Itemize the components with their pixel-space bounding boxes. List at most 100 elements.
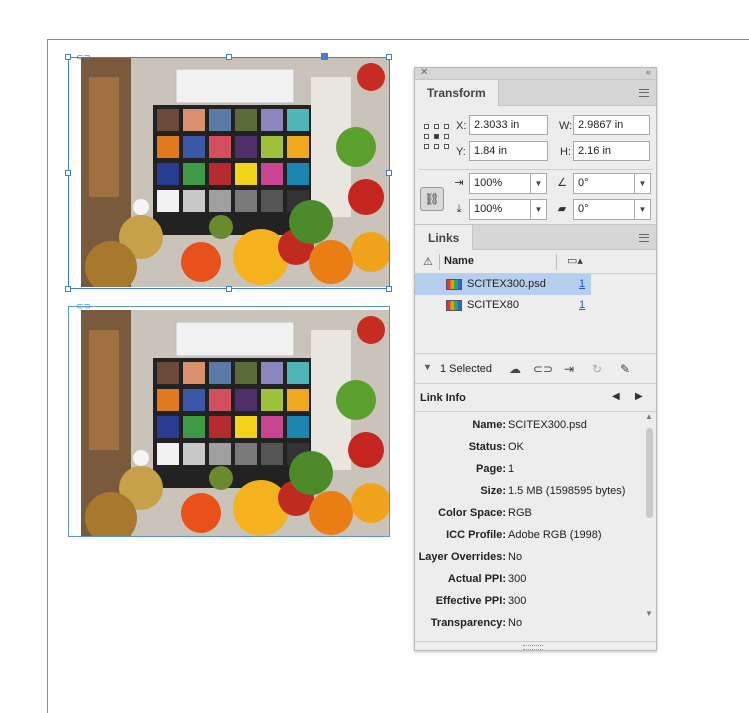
- height-field[interactable]: 2.16 in: [573, 141, 650, 161]
- resize-handle-bl[interactable]: [65, 286, 71, 292]
- rotate-icon: ∠: [557, 177, 567, 189]
- reference-point-icon[interactable]: [424, 124, 450, 150]
- transform-links-panel: ✕ ‹‹ Transform X: 2.3033 in W: 2.9867 in…: [414, 67, 657, 651]
- info-key: Status:: [468, 441, 506, 453]
- link-info-title: Link Info: [420, 392, 466, 404]
- resize-handle-mr[interactable]: [386, 170, 392, 176]
- info-scrollbar[interactable]: ▲ ▼: [645, 412, 654, 618]
- info-row-actual-ppi: Actual PPI: 300: [415, 570, 643, 590]
- info-value: No: [508, 551, 523, 563]
- resize-handle-br[interactable]: [386, 286, 392, 292]
- content-grabber-handle[interactable]: [321, 53, 328, 60]
- collapse-icon[interactable]: ‹‹: [646, 67, 651, 77]
- w-label: W:: [559, 120, 573, 132]
- link-info-body: Name: SCITEX300.psd Status: OK Page: 1 Size…: [415, 412, 656, 632]
- info-value: No: [508, 617, 523, 629]
- info-row-size: Size: 1.5 MB (1598595 bytes): [415, 482, 643, 502]
- chevron-down-icon[interactable]: ▼: [634, 200, 650, 219]
- link-thumbnail-icon: [446, 279, 462, 290]
- info-row-icc-profile: ICC Profile: Adobe RGB (1998): [415, 526, 643, 546]
- link-row[interactable]: SCITEX80 1: [415, 295, 656, 316]
- shear-combo[interactable]: 0° ▼: [573, 199, 651, 220]
- info-key: ICC Profile:: [446, 529, 506, 541]
- chevron-down-icon[interactable]: ▼: [645, 609, 653, 618]
- column-divider: [556, 254, 557, 270]
- link-row[interactable]: SCITEX300.psd 1: [415, 274, 591, 295]
- y-label: Y:: [456, 146, 466, 158]
- divider: [419, 169, 652, 170]
- cc-libraries-icon[interactable]: ☁: [507, 361, 523, 377]
- scale-y-combo[interactable]: 100% ▼: [469, 199, 547, 220]
- resize-handle-tl[interactable]: [65, 54, 71, 60]
- info-key: Page:: [476, 463, 506, 475]
- next-link-icon[interactable]: ▶: [635, 391, 643, 402]
- info-key: Layer Overrides:: [418, 551, 506, 563]
- panel-resize-grip[interactable]: [415, 641, 656, 650]
- link-thumbnail-icon: [446, 300, 462, 311]
- update-link-icon[interactable]: ↻: [589, 361, 605, 377]
- resize-handle-tc[interactable]: [226, 54, 232, 60]
- scroll-thumb[interactable]: [646, 428, 653, 518]
- panel-menu-icon[interactable]: [639, 234, 649, 242]
- info-row-status: Status: OK: [415, 438, 643, 458]
- resize-handle-bc[interactable]: [226, 286, 232, 292]
- panel-title-bar[interactable]: ✕ ‹‹: [415, 67, 656, 80]
- shear-icon: ▰: [557, 203, 567, 215]
- column-divider: [439, 254, 440, 270]
- link-badge-icon: ⊂⊃: [76, 301, 92, 311]
- link-page-number[interactable]: 1: [579, 295, 585, 316]
- page-column-icon[interactable]: ▭▴: [567, 254, 583, 267]
- link-page-number[interactable]: 1: [579, 274, 585, 295]
- selection-frame-1[interactable]: [68, 57, 390, 289]
- chevron-down-icon[interactable]: ▼: [530, 200, 546, 219]
- edit-original-icon[interactable]: ✎: [617, 361, 633, 377]
- scale-x-combo[interactable]: 100% ▼: [469, 173, 547, 194]
- relink-icon[interactable]: ⊂⊃: [533, 361, 553, 377]
- info-value: 300: [508, 595, 527, 607]
- chevron-down-icon[interactable]: ▼: [423, 362, 432, 372]
- link-name: SCITEX80: [467, 299, 519, 311]
- scale-x-value: 100%: [474, 177, 503, 189]
- chevron-up-icon[interactable]: ▲: [645, 412, 653, 421]
- selected-count: 1 Selected: [440, 363, 492, 375]
- link-badge-icon: ⊂⊃: [76, 52, 92, 62]
- rotation-combo[interactable]: 0° ▼: [573, 173, 651, 194]
- x-label: X:: [456, 120, 467, 132]
- resize-handle-tr[interactable]: [386, 54, 392, 60]
- go-to-link-icon[interactable]: ⇥: [561, 361, 577, 377]
- width-field[interactable]: 2.9867 in: [573, 115, 650, 135]
- warning-icon[interactable]: ⚠: [423, 255, 433, 268]
- links-toolbar: ▼ 1 Selected ☁ ⊂⊃ ⇥ ↻ ✎: [415, 353, 656, 384]
- previous-link-icon[interactable]: ◀: [612, 391, 620, 402]
- info-row-effective-ppi: Effective PPI: 300: [415, 592, 643, 612]
- chevron-down-icon[interactable]: ▼: [530, 174, 546, 193]
- info-key: Size:: [480, 485, 506, 497]
- x-position-field[interactable]: 2.3033 in: [469, 115, 548, 135]
- links-list: SCITEX300.psd 1 SCITEX80 1: [415, 274, 656, 353]
- column-name-header[interactable]: Name: [444, 255, 474, 267]
- scale-y-icon: ⤓: [456, 203, 462, 215]
- link-info-header[interactable]: Link Info ◀ ▶: [415, 384, 656, 412]
- info-value: 300: [508, 573, 527, 585]
- info-key: Transparency:: [430, 617, 506, 629]
- close-icon[interactable]: ✕: [420, 67, 428, 78]
- frame-edge-2[interactable]: [68, 306, 390, 537]
- chevron-down-icon[interactable]: ▼: [634, 174, 650, 193]
- constrain-proportions-chain-icon[interactable]: ⛓: [420, 187, 444, 211]
- h-label: H:: [560, 146, 571, 158]
- info-row-layer-overrides: Layer Overrides: No: [415, 548, 643, 568]
- info-row-transparency: Transparency: No: [415, 614, 643, 632]
- tab-links[interactable]: Links: [415, 225, 474, 251]
- tab-transform[interactable]: Transform: [415, 80, 499, 106]
- panel-menu-icon[interactable]: [639, 89, 649, 97]
- info-key: Name:: [472, 419, 506, 431]
- info-key: Actual PPI:: [447, 573, 506, 585]
- margin-guide-left: [47, 39, 48, 713]
- y-position-field[interactable]: 1.84 in: [469, 141, 548, 161]
- info-key: Effective PPI:: [435, 595, 506, 607]
- info-row-name: Name: SCITEX300.psd: [415, 416, 643, 436]
- links-column-header: ⚠ Name ▭▴: [415, 250, 656, 274]
- resize-handle-ml[interactable]: [65, 170, 71, 176]
- info-value: 1: [508, 463, 515, 475]
- rotation-value: 0°: [578, 177, 589, 189]
